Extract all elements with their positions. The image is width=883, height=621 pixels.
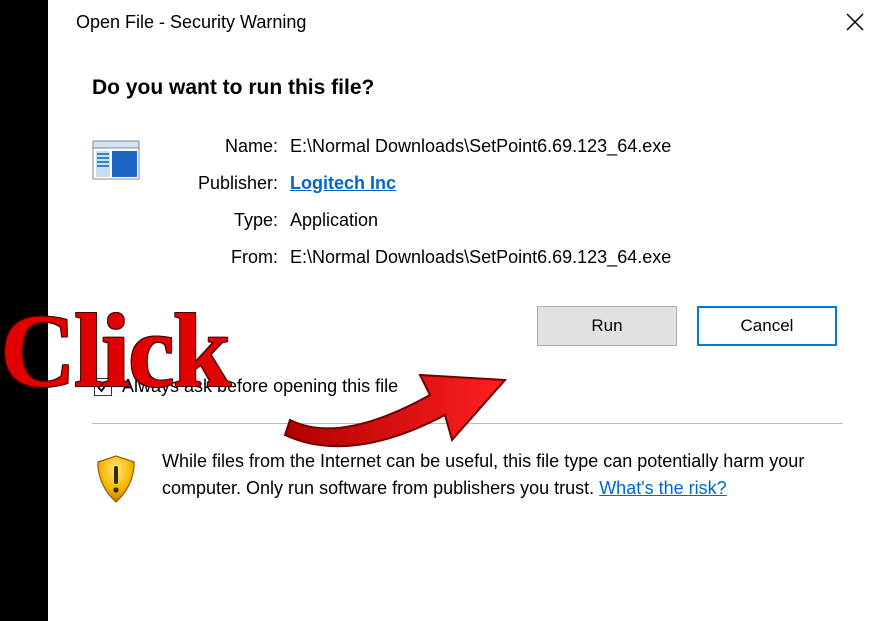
publisher-link[interactable]: Logitech Inc [290, 173, 396, 193]
always-ask-checkbox[interactable] [94, 378, 112, 396]
file-info-row: Name: E:\Normal Downloads\SetPoint6.69.1… [92, 136, 843, 268]
close-icon [846, 13, 864, 31]
checkbox-label: Always ask before opening this file [122, 376, 398, 397]
warning-text-block: While files from the Internet can be use… [162, 448, 843, 502]
publisher-label: Publisher: [168, 173, 278, 194]
question-text: Do you want to run this file? [92, 76, 843, 100]
name-label: Name: [168, 136, 278, 157]
close-button[interactable] [827, 0, 883, 44]
name-value: E:\Normal Downloads\SetPoint6.69.123_64.… [290, 136, 671, 157]
cancel-button[interactable]: Cancel [697, 306, 837, 346]
warning-section: While files from the Internet can be use… [48, 424, 883, 506]
checkmark-icon [96, 380, 110, 394]
file-info-grid: Name: E:\Normal Downloads\SetPoint6.69.1… [168, 136, 671, 268]
shield-warning-icon [92, 454, 140, 506]
titlebar: Open File - Security Warning [48, 0, 883, 44]
type-value: Application [290, 210, 671, 231]
from-label: From: [168, 247, 278, 268]
whats-the-risk-link[interactable]: What's the risk? [599, 478, 726, 498]
application-icon [92, 140, 140, 180]
type-label: Type: [168, 210, 278, 231]
checkbox-row: Always ask before opening this file [94, 376, 843, 397]
dialog-content: Do you want to run this file? Name: E:\N… [48, 44, 883, 424]
from-value: E:\Normal Downloads\SetPoint6.69.123_64.… [290, 247, 671, 268]
dialog-title: Open File - Security Warning [76, 12, 827, 33]
security-warning-dialog: Open File - Security Warning Do you want… [48, 0, 883, 621]
run-button[interactable]: Run [537, 306, 677, 346]
button-row: Run Cancel [92, 306, 843, 346]
